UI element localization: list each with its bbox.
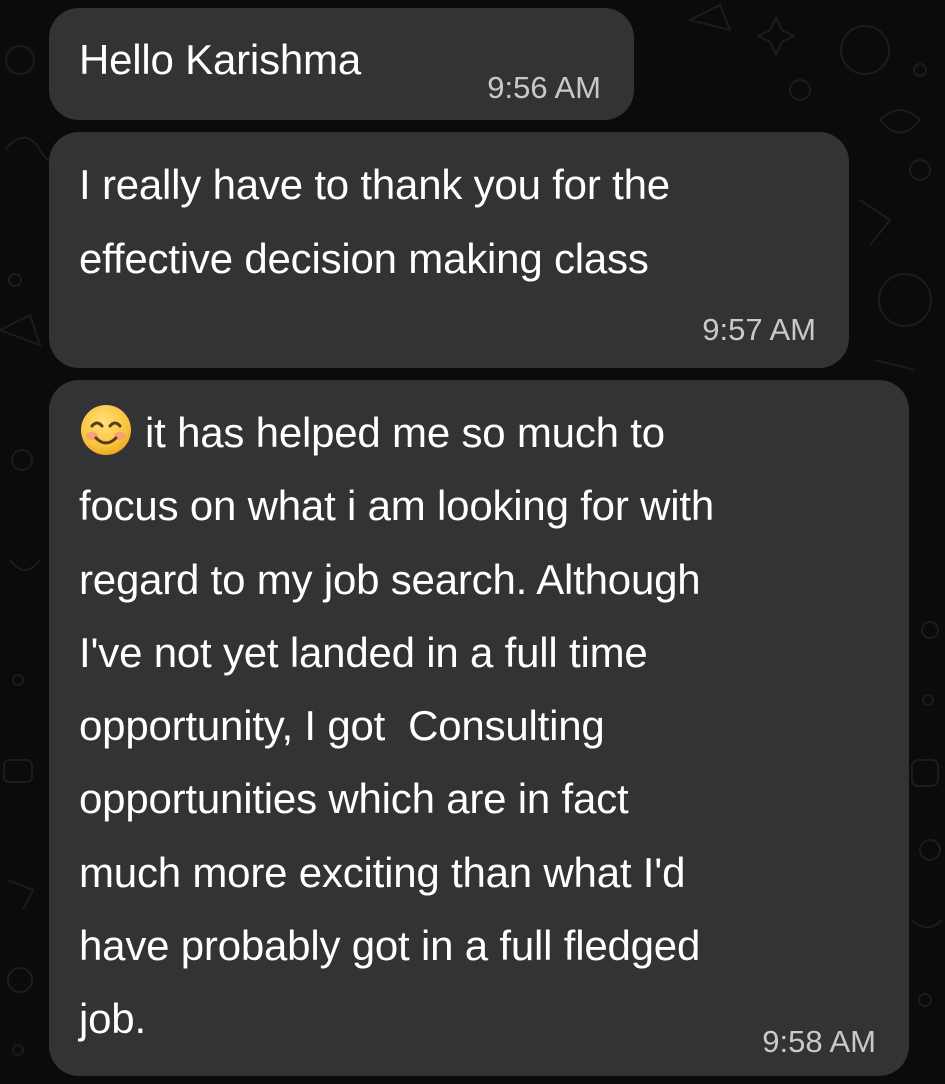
message-timestamp: 9:56 AM (487, 70, 601, 105)
message-timestamp: 9:58 AM (762, 1024, 876, 1059)
message-bubble[interactable]: I really have to thank you for the effec… (49, 132, 849, 368)
message-text: it has helped me so much to focus on wha… (79, 396, 889, 1056)
message-text: Hello Karishma (79, 36, 361, 83)
message-bubble[interactable]: it has helped me so much to focus on wha… (49, 380, 909, 1076)
message-text: I really have to thank you for the effec… (79, 161, 670, 282)
message-bubble[interactable]: Hello Karishma 9:56 AM (49, 8, 634, 120)
message-timestamp: 9:57 AM (702, 312, 816, 347)
message-text-body: it has helped me so much to focus on wha… (79, 409, 714, 1043)
smiling-face-with-smiling-eyes-icon (81, 405, 131, 455)
